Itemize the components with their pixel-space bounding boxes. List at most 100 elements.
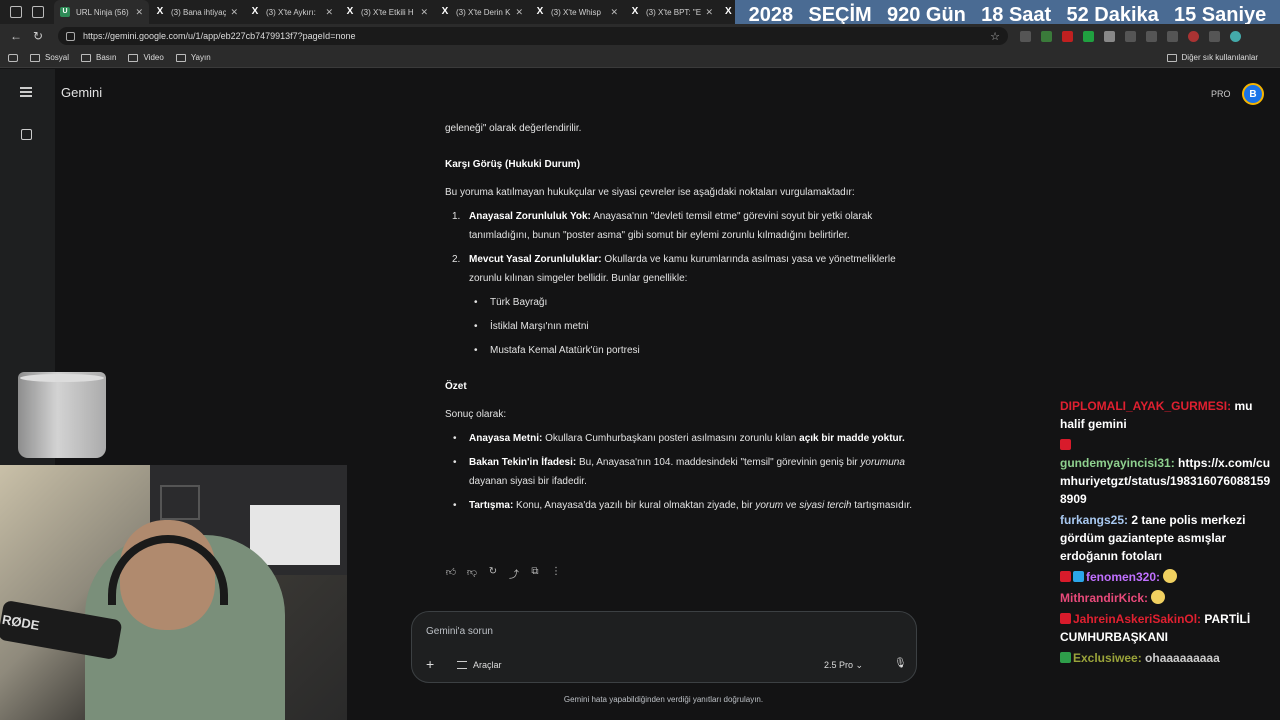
item-text: tartışmasıdır. [851,500,913,511]
extension-icon[interactable] [1083,30,1094,42]
chat-username: furkangs25: [1060,513,1129,527]
add-icon[interactable]: + [426,656,434,672]
bookmark-label: Yayın [190,53,211,62]
item-emphasis: açık bir madde yoktur. [799,433,905,444]
tab-x-3[interactable]: X (3) X'te Etkili H ✕ [339,0,434,24]
url-bar[interactable]: https://gemini.google.com/u/1/app/eb227c… [58,27,1008,45]
tools-icon [457,661,467,669]
folder-icon [175,53,186,62]
tab-actions-icon[interactable] [32,6,44,18]
thumbs-down-icon[interactable]: 👎︎ [466,566,478,581]
chat-username: fenomen320: [1086,570,1161,584]
prompt-box[interactable]: Gemini'a sorun + Araçlar 2.5 Pro ⌄ 🎙︎ [411,611,917,683]
item-text: ve [783,500,800,511]
bookmark-folder-video[interactable]: Video [128,53,164,62]
copy-icon[interactable]: ⧉ [529,566,541,581]
chat-message: DIPLOMALI_AYAK_GURMESI: mu halif gemini [1060,397,1275,433]
item-italic: yorum [755,500,784,511]
bookmark-folder-basin[interactable]: Basın [81,53,116,62]
item-title: Anayasa Metni: [469,433,543,444]
response-actions: 👍︎ 👎︎ ↻ ⤴ ⧉ ⋮ [445,566,562,581]
profile-icon[interactable] [1188,30,1199,42]
tab-label: (3) X'te BPT: "E [646,7,702,17]
tab-groups-icon[interactable] [8,53,18,62]
tab-label: (3) X'te Derin K [456,7,511,17]
item-italic: yorumuna [860,457,905,468]
workspaces-icon[interactable] [10,6,22,18]
extension-icon[interactable] [1020,30,1031,42]
new-chat-icon[interactable] [21,129,32,140]
extension-icon[interactable] [1041,30,1052,42]
sub-bullet: Türk Bayrağı [445,293,915,312]
thumbs-up-icon[interactable]: 👍︎ [445,566,457,581]
shield-icon[interactable] [1167,30,1178,42]
reload-icon[interactable]: ↻ [32,29,44,43]
extension-icon[interactable] [1062,30,1073,42]
folder-icon [81,53,92,62]
favorites-icon[interactable] [1146,30,1157,42]
badge-icon [1060,652,1071,663]
more-options-icon[interactable]: ⋮ [550,566,562,581]
tab-x-1[interactable]: X (3) Bana ihtiyaç ✕ [149,0,244,24]
puzzle-icon[interactable] [1125,30,1136,42]
chat-username: Exclusiwee: [1073,651,1142,665]
section-heading: Karşı Görüş (Hukuki Durum) [445,159,581,170]
close-icon[interactable]: ✕ [420,7,428,18]
close-icon[interactable]: ✕ [230,7,238,18]
bookmark-folder-sosyal[interactable]: Sosyal [30,53,69,62]
other-bookmarks-label: Diğer sık kullanılanlar [1181,53,1258,62]
item-italic: siyasi tercih [799,500,852,511]
close-icon[interactable]: ✕ [135,7,143,18]
star-icon[interactable]: ☆ [990,30,1000,43]
copilot-icon[interactable] [1230,30,1241,42]
sub-bullet: Mustafa Kemal Atatürk'ün portresi [445,341,915,360]
chat-text: ohaaaaaaaaa [1141,651,1220,665]
chat-username: gundemyayincisi31: [1060,456,1175,470]
close-icon[interactable]: ✕ [610,7,618,18]
tools-button[interactable]: Araçlar [457,660,502,670]
tab-x-4[interactable]: X (3) X'te Derin K ✕ [434,0,529,24]
tab-label: (3) X'te Aykırı: [266,7,316,17]
other-bookmarks[interactable]: Diğer sık kullanılanlar [1166,53,1258,62]
url-text: https://gemini.google.com/u/1/app/eb227c… [83,31,356,41]
share-icon[interactable]: ⤴ [508,566,520,581]
bookmark-label: Sosyal [45,53,70,62]
bookmarks-bar: Sosyal Basın Video Yayın Diğer sık kulla… [0,48,1280,68]
tab-url-ninja[interactable]: U URL Ninja (56) ✕ [54,0,149,24]
site-info-icon[interactable] [66,31,75,41]
chat-message: MithrandirKick: [1060,589,1275,607]
regenerate-icon[interactable]: ↻ [487,566,499,581]
prompt-input[interactable]: Gemini'a sorun [426,626,493,637]
extension-icon[interactable] [1104,30,1115,42]
menu-icon[interactable] [20,87,32,97]
tab-x-6[interactable]: X (3) X'te BPT: "E ✕ [624,0,719,24]
avatar[interactable]: B [1242,83,1264,105]
microphone-icon[interactable]: 🎙︎ [894,658,907,669]
bookmark-label: Video [143,53,164,62]
chevron-down-icon: ⌄ [855,660,864,670]
chat-message: JahreinAskeriSakinOl: PARTİLİ CUMHURBAŞK… [1060,610,1275,646]
numbered-item: 2. Mevcut Yasal Zorunluluklar: Okullarda… [445,250,915,288]
emote-icon [1163,569,1178,583]
stream-chat: DIPLOMALI_AYAK_GURMESI: mu halif gemini … [1060,397,1275,670]
tab-x-5[interactable]: X (3) X'te Whisp ✕ [529,0,624,24]
close-icon[interactable]: ✕ [705,7,713,18]
item-title: Bakan Tekin'in İfadesi: [469,457,577,468]
close-icon[interactable]: ✕ [325,7,333,18]
badge-icon [1073,571,1084,582]
model-selector[interactable]: 2.5 Pro ⌄ [824,660,863,671]
x-icon: X [725,6,732,17]
tab-label: (3) Bana ihtiyaç [171,7,227,17]
chat-message: furkangs25: 2 tane polis merkezi gördüm … [1060,511,1275,565]
more-icon[interactable] [1209,30,1220,42]
bookmark-folder-yayin[interactable]: Yayın [175,53,211,62]
back-icon[interactable]: ← [10,29,22,43]
tab-x-2[interactable]: X (3) X'te Aykırı: ✕ [244,0,339,24]
summary-heading: Özet [445,381,467,392]
close-icon[interactable]: ✕ [515,7,523,18]
summary-item: Tartışma: Konu, Anayasa'da yazılı bir ku… [445,496,915,515]
summary-item: Anayasa Metni: Okullara Cumhurbaşkanı po… [445,429,915,448]
sub-bullet: İstiklal Marşı'nın metni [445,317,915,336]
x-icon: X [631,6,639,17]
item-title: Tartışma: [469,500,514,511]
